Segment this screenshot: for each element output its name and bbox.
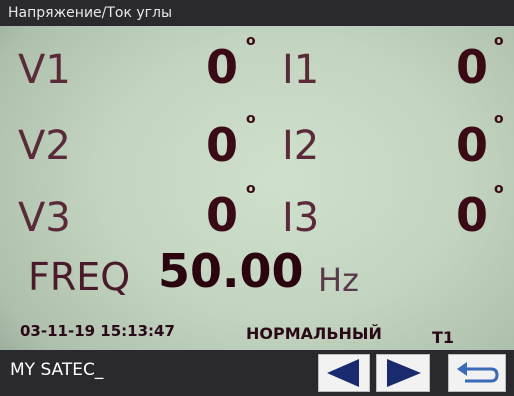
return-icon <box>457 362 499 383</box>
frequency-label: FREQ <box>28 255 131 299</box>
v1-label: V1 <box>18 47 71 93</box>
i2-degree-symbol: o <box>494 111 504 127</box>
i2-label: I2 <box>282 123 320 169</box>
v3-label: V3 <box>18 195 71 241</box>
v2-value: 0 <box>206 118 239 172</box>
arrow-right-icon <box>387 359 421 387</box>
arrow-left-icon <box>327 359 359 387</box>
frequency-unit: Hz <box>318 261 359 299</box>
screen-title-bar: Напряжение/Ток углы <box>0 0 514 26</box>
bottom-bar: MY SATEC_ <box>0 350 514 396</box>
v3-value: 0 <box>206 188 239 242</box>
mode-status: НОРМАЛЬНЫЙ <box>246 324 382 343</box>
v2-label: V2 <box>18 123 71 169</box>
v3-degree-symbol: o <box>246 181 256 197</box>
return-button[interactable] <box>448 354 506 392</box>
i1-degree-symbol: o <box>494 33 504 49</box>
i2-value: 0 <box>456 118 489 172</box>
frequency-value: 50.00 <box>158 244 304 298</box>
device-name: MY SATEC_ <box>10 360 104 380</box>
v2-degree-symbol: o <box>246 111 256 127</box>
screen-title: Напряжение/Ток углы <box>8 5 173 21</box>
datetime-display: 03-11-19 15:13:47 <box>20 322 175 340</box>
i1-value: 0 <box>456 40 489 94</box>
prev-button[interactable] <box>318 354 370 392</box>
v1-value: 0 <box>206 40 239 94</box>
i3-degree-symbol: o <box>494 181 504 197</box>
meter-screen: Напряжение/Ток углы V1 0 o I1 0 o V2 0 o… <box>0 0 514 396</box>
next-button[interactable] <box>376 354 430 392</box>
v1-degree-symbol: o <box>246 33 256 49</box>
i3-label: I3 <box>282 195 320 241</box>
i1-label: I1 <box>282 47 320 93</box>
i3-value: 0 <box>456 188 489 242</box>
tariff-indicator: T1 <box>432 328 455 347</box>
